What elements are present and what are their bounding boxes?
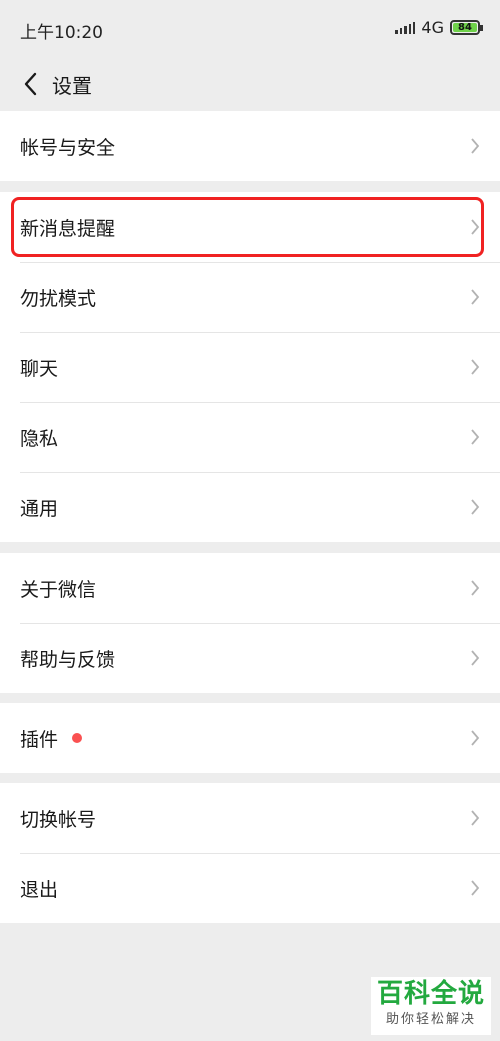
- settings-item-label: 切换帐号: [20, 808, 97, 831]
- settings-item-label: 帐号与安全: [20, 136, 116, 159]
- settings-item-label: 帮助与反馈: [20, 648, 116, 671]
- settings-item-account-security[interactable]: 帐号与安全: [0, 111, 500, 181]
- chevron-right-icon: [471, 580, 480, 596]
- settings-item-label: 勿扰模式: [20, 287, 97, 310]
- status-indicators: 4G 84: [395, 18, 483, 37]
- settings-group-general: 新消息提醒 勿扰模式 聊天 隐私 通用: [0, 192, 500, 542]
- settings-item-privacy[interactable]: 隐私: [0, 402, 500, 472]
- settings-item-switch-account[interactable]: 切换帐号: [0, 783, 500, 853]
- signal-icon: [395, 21, 416, 34]
- chevron-right-icon: [471, 359, 480, 375]
- page-title: 设置: [52, 74, 92, 98]
- settings-item-log-out[interactable]: 退出: [0, 853, 500, 923]
- settings-item-general[interactable]: 通用: [0, 472, 500, 542]
- network-type: 4G: [421, 18, 444, 37]
- chevron-right-icon: [471, 499, 480, 515]
- battery-icon: 84: [450, 20, 483, 35]
- chevron-right-icon: [471, 730, 480, 746]
- settings-group-plugins: 插件: [0, 703, 500, 773]
- settings-item-about-wechat[interactable]: 关于微信: [0, 553, 500, 623]
- status-bar: 上午10:20 4G 84: [0, 0, 500, 58]
- settings-item-label: 关于微信: [20, 578, 97, 601]
- watermark-subtitle: 助你轻松解决: [385, 1012, 476, 1027]
- watermark: 百科全说 助你轻松解决: [371, 977, 491, 1035]
- chevron-right-icon: [471, 219, 480, 235]
- settings-item-label: 聊天: [20, 357, 59, 380]
- settings-item-new-message-notify[interactable]: 新消息提醒: [0, 192, 500, 262]
- settings-item-help-feedback[interactable]: 帮助与反馈: [0, 623, 500, 693]
- settings-item-do-not-disturb[interactable]: 勿扰模式: [0, 262, 500, 332]
- chevron-right-icon: [471, 810, 480, 826]
- chevron-right-icon: [471, 138, 480, 154]
- chevron-left-icon[interactable]: [20, 70, 44, 98]
- settings-item-plugins[interactable]: 插件: [0, 703, 500, 773]
- settings-item-label: 退出: [20, 878, 59, 901]
- chevron-right-icon: [471, 289, 480, 305]
- red-dot-badge: [72, 733, 83, 743]
- status-time: 上午10:20: [20, 23, 103, 43]
- settings-item-chat[interactable]: 聊天: [0, 332, 500, 402]
- chevron-right-icon: [471, 650, 480, 666]
- settings-item-label: 隐私: [20, 427, 59, 450]
- chevron-right-icon: [471, 429, 480, 445]
- battery-level: 84: [458, 22, 472, 33]
- watermark-title: 百科全说: [376, 979, 485, 1009]
- settings-group-account: 帐号与安全: [0, 111, 500, 181]
- settings-item-label: 插件: [20, 728, 59, 751]
- settings-group-session: 切换帐号 退出: [0, 783, 500, 923]
- settings-item-label: 新消息提醒: [20, 217, 116, 240]
- settings-item-label: 通用: [20, 497, 59, 520]
- nav-bar: 设置: [0, 58, 500, 110]
- chevron-right-icon: [471, 880, 480, 896]
- settings-group-about: 关于微信 帮助与反馈: [0, 553, 500, 693]
